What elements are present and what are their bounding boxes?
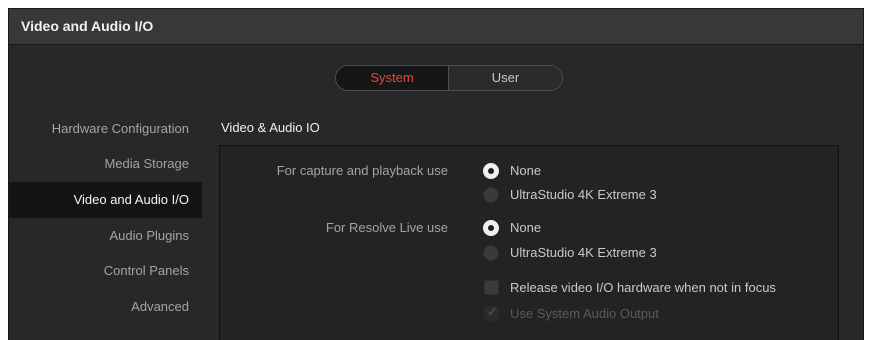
- system-user-toggle: System User: [335, 65, 563, 91]
- sidebar-item-video-and-audio-io[interactable]: Video and Audio I/O: [9, 182, 202, 218]
- checkbox-icon: ✓: [484, 304, 499, 321]
- sidebar-item-hardware-configuration[interactable]: Hardware Configuration: [9, 111, 202, 147]
- capture-option-none[interactable]: None: [510, 163, 541, 178]
- resolve-live-label: For Resolve Live use: [325, 220, 448, 235]
- checkmark-icon: ✓: [487, 304, 498, 319]
- release-video-hardware-label[interactable]: Release video I/O hardware when not in f…: [510, 280, 776, 295]
- radio-selected-icon[interactable]: [483, 163, 499, 179]
- capture-option-ultrastudio[interactable]: UltraStudio 4K Extreme 3: [510, 187, 657, 202]
- sidebar-item-control-panels[interactable]: Control Panels: [9, 253, 202, 289]
- title-bar: Video and Audio I/O: [9, 9, 863, 45]
- resolve-live-option-none[interactable]: None: [510, 220, 541, 235]
- sidebar-item-media-storage[interactable]: Media Storage: [9, 146, 202, 182]
- system-audio-output-label: Use System Audio Output: [510, 306, 659, 321]
- section-title: Video & Audio IO: [221, 120, 320, 135]
- radio-unselected-icon[interactable]: [483, 187, 499, 203]
- capture-playback-label: For capture and playback use: [276, 163, 448, 178]
- resolve-live-option-ultrastudio[interactable]: UltraStudio 4K Extreme 3: [510, 245, 657, 260]
- window-title: Video and Audio I/O: [21, 18, 154, 34]
- sidebar-item-audio-plugins[interactable]: Audio Plugins: [9, 218, 202, 254]
- checkbox-icon[interactable]: [484, 280, 499, 295]
- sidebar-item-advanced[interactable]: Advanced: [9, 289, 202, 325]
- video-audio-io-panel: For capture and playback use None UltraS…: [219, 145, 839, 340]
- radio-selected-icon[interactable]: [483, 220, 499, 236]
- tab-user[interactable]: User: [448, 66, 562, 90]
- tab-system[interactable]: System: [336, 66, 448, 90]
- preferences-window: Video and Audio I/O System User Hardware…: [8, 8, 864, 340]
- radio-unselected-icon[interactable]: [483, 245, 499, 261]
